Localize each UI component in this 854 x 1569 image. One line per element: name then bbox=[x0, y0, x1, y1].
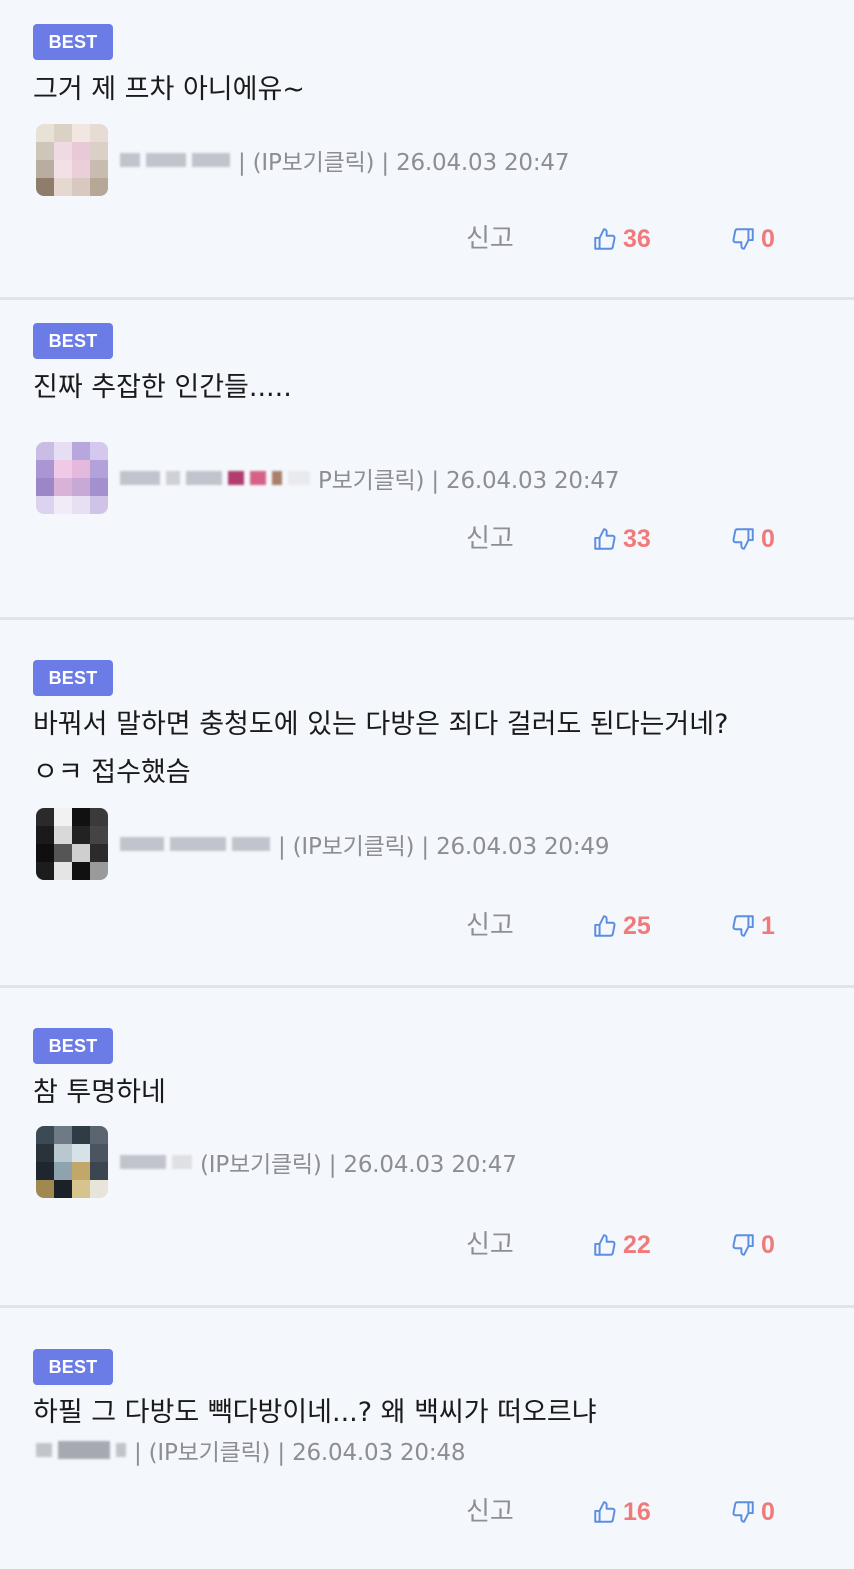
like-count: 25 bbox=[623, 911, 651, 940]
thumbs-down-icon bbox=[732, 915, 754, 937]
avatar[interactable] bbox=[36, 442, 108, 514]
dislike-button[interactable]: 0 bbox=[730, 1225, 775, 1265]
dislike-button[interactable]: 1 bbox=[730, 906, 775, 946]
comment-text: 진짜 추잡한 인간들..... bbox=[33, 372, 292, 403]
dislike-count: 1 bbox=[761, 911, 775, 940]
report-button[interactable]: 신고 bbox=[466, 906, 514, 946]
like-button[interactable]: 25 bbox=[592, 906, 651, 946]
thumbs-up-icon bbox=[594, 1234, 616, 1256]
comment-meta: | (IP보기클릭) | 26.04.03 20:47 bbox=[36, 123, 569, 197]
comment-meta-text: | (IP보기클릭) | 26.04.03 20:47 bbox=[238, 150, 570, 176]
dislike-button[interactable]: 0 bbox=[730, 219, 775, 259]
nickname-blurred[interactable] bbox=[120, 1155, 192, 1169]
comment-actions: 신고 25 1 bbox=[0, 906, 854, 946]
report-button[interactable]: 신고 bbox=[466, 1492, 514, 1532]
like-button[interactable]: 22 bbox=[592, 1225, 651, 1265]
comment-item: BEST 진짜 추잡한 인간들..... P보기클릭) | 26.04.03 2… bbox=[0, 300, 854, 620]
comment-item: BEST 바꿔서 말하면 충청도에 있는 다방은 죄다 걸러도 된다는거네? ㅇ… bbox=[0, 620, 854, 988]
comment-actions: 신고 33 0 bbox=[0, 519, 854, 559]
thumbs-down-icon bbox=[732, 228, 754, 250]
comment-meta-text: | (IP보기클릭) | 26.04.03 20:49 bbox=[278, 834, 610, 860]
nickname-blurred[interactable] bbox=[36, 1441, 126, 1459]
comment-meta-text: | (IP보기클릭) | 26.04.03 20:48 bbox=[134, 1440, 466, 1466]
comment-meta: | (IP보기클릭) | 26.04.03 20:48 bbox=[36, 1430, 465, 1470]
comment-text: 바꿔서 말하면 충청도에 있는 다방은 죄다 걸러도 된다는거네? ㅇㅋ 접수했… bbox=[33, 709, 729, 788]
dislike-count: 0 bbox=[761, 224, 775, 253]
comment-meta: (IP보기클릭) | 26.04.03 20:47 bbox=[36, 1125, 517, 1199]
comment-meta: | (IP보기클릭) | 26.04.03 20:49 bbox=[36, 807, 609, 881]
thumbs-up-icon bbox=[594, 1501, 616, 1523]
best-badge: BEST bbox=[33, 1349, 113, 1385]
dislike-button[interactable]: 0 bbox=[730, 519, 775, 559]
like-button[interactable]: 16 bbox=[592, 1492, 651, 1532]
best-badge: BEST bbox=[33, 660, 113, 696]
comment-meta: P보기클릭) | 26.04.03 20:47 bbox=[36, 441, 619, 515]
dislike-count: 0 bbox=[761, 1497, 775, 1526]
avatar[interactable] bbox=[36, 124, 108, 196]
like-count: 33 bbox=[623, 524, 651, 553]
comment-item: BEST 그거 제 프차 아니에유~ | (IP보기클릭) | 26.04.03… bbox=[0, 0, 854, 300]
nickname-blurred[interactable] bbox=[120, 153, 230, 167]
dislike-count: 0 bbox=[761, 524, 775, 553]
best-badge: BEST bbox=[33, 1028, 113, 1064]
best-badge: BEST bbox=[33, 323, 113, 359]
thumbs-up-icon bbox=[594, 228, 616, 250]
report-button[interactable]: 신고 bbox=[466, 219, 514, 259]
nickname-blurred[interactable] bbox=[120, 837, 270, 851]
nickname-blurred[interactable] bbox=[120, 471, 310, 485]
best-comment-list: BEST 그거 제 프차 아니에유~ | (IP보기클릭) | 26.04.03… bbox=[0, 0, 854, 1569]
comment-actions: 신고 16 0 bbox=[0, 1492, 854, 1532]
comment-text: 그거 제 프차 아니에유~ bbox=[33, 74, 305, 105]
dislike-button[interactable]: 0 bbox=[730, 1492, 775, 1532]
comment-actions: 신고 36 0 bbox=[0, 219, 854, 259]
thumbs-down-icon bbox=[732, 528, 754, 550]
like-button[interactable]: 36 bbox=[592, 219, 651, 259]
avatar[interactable] bbox=[36, 808, 108, 880]
dislike-count: 0 bbox=[761, 1230, 775, 1259]
like-count: 22 bbox=[623, 1230, 651, 1259]
thumbs-up-icon bbox=[594, 528, 616, 550]
comment-meta-text: P보기클릭) | 26.04.03 20:47 bbox=[318, 468, 620, 494]
comment-meta-text: (IP보기클릭) | 26.04.03 20:47 bbox=[200, 1152, 517, 1178]
avatar[interactable] bbox=[36, 1126, 108, 1198]
like-button[interactable]: 33 bbox=[592, 519, 651, 559]
thumbs-down-icon bbox=[732, 1501, 754, 1523]
comment-item: BEST 하필 그 다방도 빽다방이네...? 왜 백씨가 떠오르냐 | (IP… bbox=[0, 1308, 854, 1569]
comment-item: BEST 참 투명하네 (IP보기클릭) | 26.04.03 20:47 신고… bbox=[0, 988, 854, 1308]
report-button[interactable]: 신고 bbox=[466, 519, 514, 559]
like-count: 16 bbox=[623, 1497, 651, 1526]
comment-text: 참 투명하네 bbox=[33, 1077, 166, 1108]
thumbs-down-icon bbox=[732, 1234, 754, 1256]
report-button[interactable]: 신고 bbox=[466, 1225, 514, 1265]
best-badge: BEST bbox=[33, 24, 113, 60]
like-count: 36 bbox=[623, 224, 651, 253]
thumbs-up-icon bbox=[594, 915, 616, 937]
comment-actions: 신고 22 0 bbox=[0, 1225, 854, 1265]
